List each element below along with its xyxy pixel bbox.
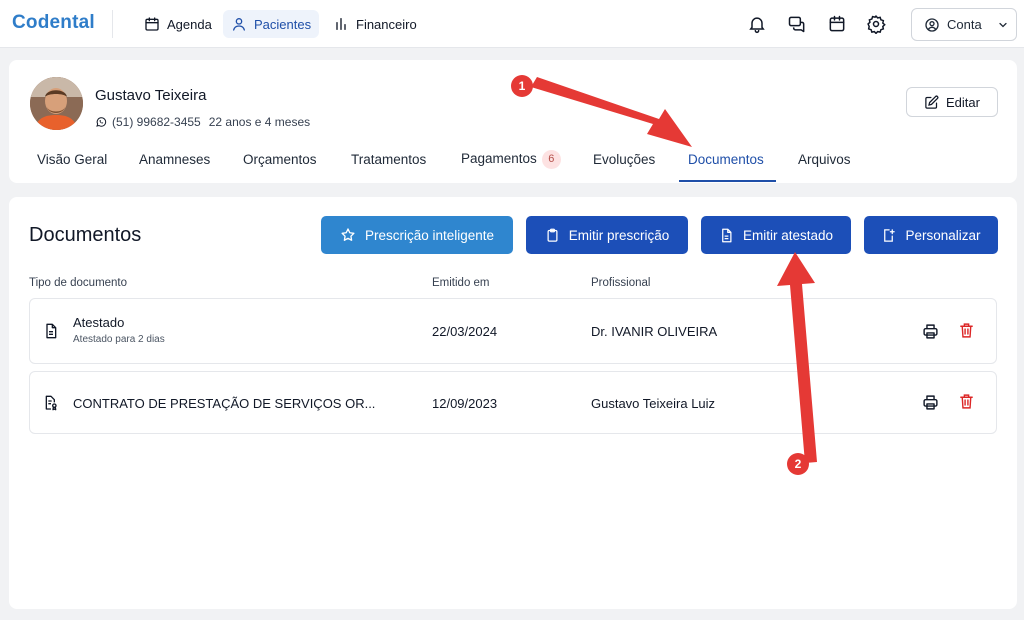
trash-icon[interactable] <box>958 393 975 410</box>
document-professional: Gustavo Teixeira Luiz <box>591 396 716 411</box>
issue-certificate-label: Emitir atestado <box>742 227 834 243</box>
document-professional: Dr. IVANIR OLIVEIRA <box>591 324 718 339</box>
patient-info: (51) 99682-3455 22 anos e 4 meses <box>95 115 310 129</box>
tab-documentos[interactable]: Documentos <box>688 152 764 167</box>
document-date: 12/09/2023 <box>432 396 498 411</box>
printer-icon[interactable] <box>922 323 939 340</box>
documents-card: Documentos Prescrição inteligente Emitir… <box>9 197 1017 609</box>
document-subtitle: Atestado para 2 dias <box>73 334 165 345</box>
chevron-down-icon <box>997 19 1009 31</box>
documents-title: Documentos <box>29 224 142 246</box>
nav-item-label: Agenda <box>167 16 212 32</box>
user-icon <box>231 16 247 32</box>
account-label: Conta <box>947 17 982 32</box>
tab-arquivos[interactable]: Arquivos <box>798 152 851 167</box>
top-navbar: Codental Agenda Pacientes Financeiro Con… <box>0 0 1024 48</box>
document-row[interactable]: CONTRATO DE PRESTAÇÃO DE SERVIÇOS OR... … <box>29 371 997 434</box>
tab-evolucoes[interactable]: Evoluções <box>593 152 655 167</box>
bar-chart-icon <box>333 16 349 32</box>
smart-prescription-button[interactable]: Prescrição inteligente <box>321 216 513 254</box>
gear-icon[interactable] <box>866 14 886 34</box>
issue-prescription-button[interactable]: Emitir prescrição <box>526 216 688 254</box>
document-title: CONTRATO DE PRESTAÇÃO DE SERVIÇOS OR... <box>73 396 376 411</box>
nav-item-label: Financeiro <box>356 16 417 32</box>
document-icon <box>719 228 734 243</box>
trash-icon[interactable] <box>958 322 975 339</box>
user-circle-icon <box>924 17 940 33</box>
bell-icon[interactable] <box>747 14 767 34</box>
star-icon <box>340 227 356 243</box>
contract-document-icon <box>43 395 59 411</box>
patient-age: 22 anos e 4 meses <box>208 115 311 129</box>
document-title: Atestado <box>73 315 125 330</box>
file-plus-icon <box>881 228 896 243</box>
tab-tratamentos[interactable]: Tratamentos <box>351 152 426 167</box>
chat-icon[interactable] <box>787 14 807 34</box>
document-date: 22/03/2024 <box>432 324 498 339</box>
column-header-issued: Emitido em <box>432 277 490 289</box>
edit-icon <box>924 95 939 110</box>
annotation-marker-1: 1 <box>511 75 533 97</box>
customize-label: Personalizar <box>905 227 981 243</box>
account-menu-button[interactable]: Conta <box>911 8 1017 41</box>
nav-item-pacientes[interactable]: Pacientes <box>223 10 320 38</box>
document-icon <box>43 323 59 339</box>
calendar-icon <box>144 16 160 32</box>
smart-prescription-label: Prescrição inteligente <box>364 227 495 243</box>
column-header-type: Tipo de documento <box>29 277 128 289</box>
annotation-marker-2: 2 <box>787 453 809 475</box>
patient-phone: (51) 99682-3455 <box>112 115 201 129</box>
patient-avatar <box>30 77 83 130</box>
clipboard-icon <box>545 228 560 243</box>
patient-name: Gustavo Teixeira <box>95 87 207 104</box>
customize-button[interactable]: Personalizar <box>864 216 998 254</box>
edit-label: Editar <box>946 94 980 110</box>
tab-orcamentos[interactable]: Orçamentos <box>243 152 317 167</box>
column-header-professional: Profissional <box>591 277 651 289</box>
document-row[interactable]: Atestado Atestado para 2 dias 22/03/2024… <box>29 298 997 364</box>
tab-label: Pagamentos <box>461 151 537 167</box>
printer-icon[interactable] <box>922 394 939 411</box>
whatsapp-icon <box>95 116 107 128</box>
nav-item-financeiro[interactable]: Financeiro <box>325 10 425 38</box>
tab-pagamentos[interactable]: Pagamentos 6 <box>461 150 561 169</box>
issue-certificate-button[interactable]: Emitir atestado <box>701 216 851 254</box>
app-logo[interactable]: Codental <box>12 12 95 34</box>
active-tab-indicator <box>679 180 776 182</box>
tab-visao-geral[interactable]: Visão Geral <box>37 152 107 167</box>
calendar-icon[interactable] <box>827 14 847 34</box>
nav-item-agenda[interactable]: Agenda <box>136 10 220 38</box>
edit-patient-button[interactable]: Editar <box>906 87 998 117</box>
nav-item-label: Pacientes <box>254 16 312 32</box>
pagamentos-count-badge: 6 <box>541 150 561 169</box>
issue-prescription-label: Emitir prescrição <box>568 227 670 243</box>
nav-divider <box>112 10 113 38</box>
tab-anamneses[interactable]: Anamneses <box>139 152 210 167</box>
